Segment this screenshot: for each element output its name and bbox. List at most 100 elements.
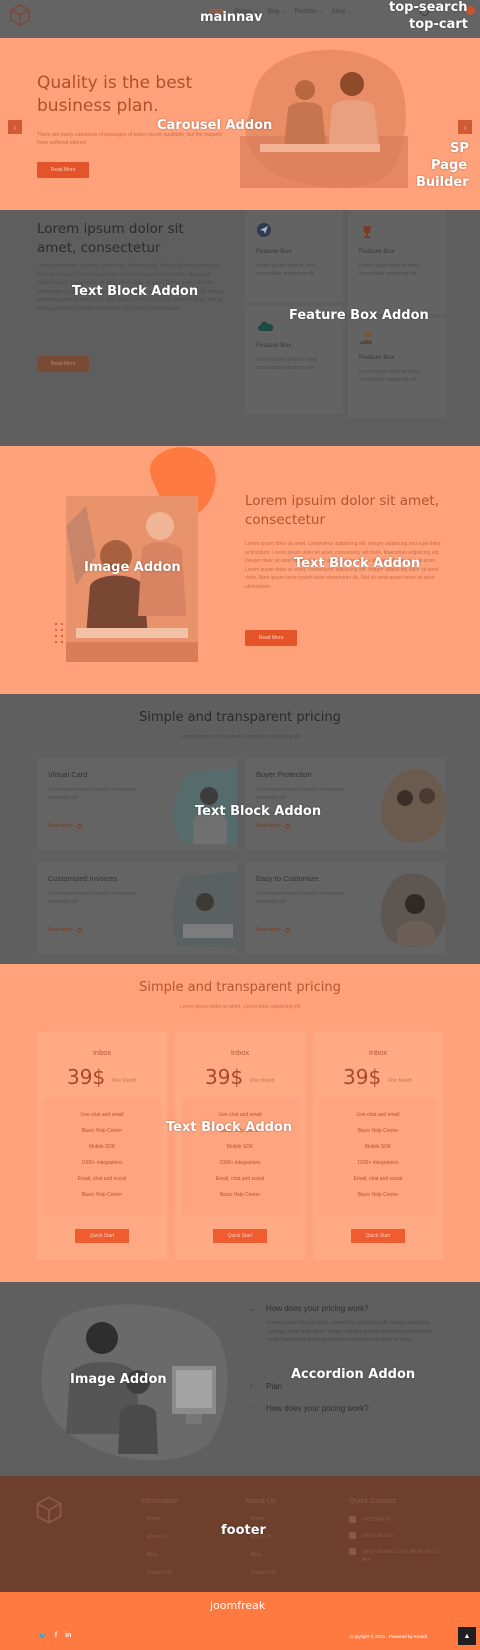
carousel-prev-button[interactable]: ‹ — [8, 120, 22, 134]
intro-title: Lorem ipsum dolor sit amet, consectetur — [37, 221, 184, 256]
overlay-label-builder: Builder — [416, 175, 469, 190]
footer-link[interactable]: Blog — [141, 1552, 157, 1558]
twitter-icon[interactable]: 🐦 — [38, 1632, 47, 1640]
pricing-tables-heading: Simple and transparent pricing — [139, 980, 341, 995]
footer-phone[interactable]: +012345678 — [362, 1516, 442, 1524]
card-title: Buyer Protection — [256, 770, 312, 779]
footer-link[interactable]: Home — [141, 1516, 160, 1522]
overlay-label-top-cart: top-cart — [409, 17, 468, 32]
plan-feature: 1000+ integrations — [81, 1160, 123, 1166]
pricing-tables-subheading: Lorem ipsum dolor sit amet, consectetur … — [179, 1004, 301, 1010]
plan-name: Inbox — [368, 1048, 388, 1057]
card-title: Customized Invoices — [48, 874, 118, 883]
quick-start-button[interactable]: Quick Start — [75, 1229, 129, 1243]
card-read-more-link[interactable]: Read More — [48, 927, 82, 933]
plan-feature: Mobile SDK — [88, 1144, 116, 1150]
plan-feature-list: Live chat and email Basic Help Center Mo… — [181, 1098, 299, 1216]
chevron-right-icon: › — [250, 1405, 253, 1412]
pricing-features-heading: Simple and transparent pricing — [139, 710, 341, 725]
feature-box-title: Feature Box — [256, 342, 292, 349]
chevron-down-icon: ⌄ — [318, 9, 323, 15]
plan-feature-list: Live chat and email Basic Help Center Mo… — [43, 1098, 161, 1216]
intro-read-more-button[interactable]: Read More — [37, 356, 89, 372]
accordion-item-open[interactable]: ⌄ How does your pricing work? — [250, 1304, 369, 1313]
footer-link[interactable]: Contact Us — [141, 1570, 172, 1576]
footer-link[interactable]: Blog — [245, 1552, 261, 1558]
plan-feature: Live chat and email — [356, 1112, 400, 1118]
footer-link[interactable]: About Us — [141, 1534, 168, 1540]
hand-coin-icon — [359, 330, 375, 346]
card-read-more-link[interactable]: Read More — [48, 823, 82, 829]
footer-about-title: About Us — [245, 1496, 276, 1505]
feature-box-text: Lorem ipsum dolor sit amet, consectetur … — [359, 369, 421, 383]
feature-box-title: Feature Box — [359, 248, 395, 255]
footer-link[interactable]: Home — [245, 1516, 264, 1522]
copyright-text: Copyright © 2021 , Powered by Kreatif — [350, 1634, 427, 1639]
trophy-icon — [359, 224, 375, 240]
plan-feature: Email, chat and social — [77, 1176, 127, 1182]
location-icon — [349, 1548, 356, 1555]
footer-email[interactable]: info@site.com — [362, 1532, 442, 1540]
arrow-circle-icon — [284, 823, 290, 829]
accordion-item[interactable]: › Plan — [250, 1382, 282, 1391]
overlay-label-image-2: Image Addon — [70, 1372, 167, 1387]
plan-price: 39$ — [343, 1065, 382, 1089]
plan-feature: 1000+ integrations — [219, 1160, 261, 1166]
about-image — [66, 496, 198, 662]
overlay-label-text-block-3: Text Block Addon — [195, 804, 322, 819]
carousel-title: Quality is the best business plan. — [37, 73, 193, 116]
chevron-down-icon: ⌄ — [347, 9, 352, 15]
plan-feature: Live chat and email — [80, 1112, 124, 1118]
plan-feature: Mobile SDK — [226, 1144, 254, 1150]
footer-info-title: Information — [141, 1496, 179, 1505]
pricing-table: Inbox 39$ /Per Month Live chat and email… — [313, 1032, 443, 1260]
card-read-more-link[interactable]: Read More — [256, 927, 290, 933]
feature-box-text: Lorem ipsum dolor sit amet, consectetur … — [359, 263, 421, 277]
overlay-label-mainnav: mainnav — [200, 10, 263, 25]
pricing-table: Inbox 39$ /Per Month Live chat and email… — [37, 1032, 167, 1260]
overlay-label-page: Page — [431, 158, 468, 173]
accordion-question: Plan — [266, 1382, 283, 1391]
carousel-next-button[interactable]: › — [458, 120, 472, 134]
feature-box-title: Feature Box — [256, 248, 292, 255]
back-to-top-button[interactable]: ▲ — [458, 1627, 476, 1645]
card-image — [381, 769, 445, 843]
card-read-more-link[interactable]: Read More — [256, 823, 290, 829]
feature-box-text: Lorem ipsum dolor sit amet, consectetur … — [256, 263, 318, 277]
overlay-label-text-block-1: Text Block Addon — [72, 284, 199, 299]
nav-item-portfolio[interactable]: Portfolio ⌄ — [294, 9, 322, 15]
brand-wordmark[interactable]: joomfreak — [210, 1599, 265, 1612]
card-image — [380, 873, 445, 947]
overlay-label-text-block-4: Text Block Addon — [166, 1120, 293, 1135]
footer-contact-title: Quick Contact — [349, 1496, 397, 1505]
overlay-label-footer: footer — [221, 1523, 266, 1538]
pricing-features-section: Simple and transparent pricing Lorem ips… — [0, 694, 480, 964]
nav-item-blog[interactable]: Blog ⌄ — [267, 9, 285, 15]
chevron-down-icon: ⌄ — [250, 1305, 256, 1313]
feature-box: Feature Box Lorem ipsum dolor sit amet, … — [348, 210, 446, 314]
accordion-question: How does your pricing work? — [266, 1304, 369, 1313]
carousel-read-more-button[interactable]: Read More — [37, 162, 89, 178]
about-read-more-button[interactable]: Read More — [245, 630, 297, 646]
feature-box: Feature Box Lorem ipsum dolor sit amet, … — [348, 318, 446, 418]
footer-link[interactable]: Contact Us — [245, 1570, 276, 1576]
logo-icon[interactable] — [10, 4, 30, 26]
quick-start-button[interactable]: Quick Start — [213, 1229, 267, 1243]
phone-icon — [349, 1516, 356, 1523]
card-text: Lorem ipsum dolor sit amet, consectetur … — [256, 787, 345, 801]
cloud-icon — [256, 318, 274, 334]
accordion-item[interactable]: › How does your pricing work? — [250, 1404, 369, 1413]
quick-start-button[interactable]: Quick Start — [351, 1229, 405, 1243]
overlay-label-feature-box: Feature Box Addon — [289, 308, 429, 323]
footer-address: Demo address 1234, ABDE City 12 Ave — [362, 1549, 441, 1563]
bottom-bar: joomfreak 🐦 f in Copyright © 2021 , Powe… — [0, 1592, 480, 1650]
facebook-icon[interactable]: f — [55, 1632, 57, 1640]
plan-feature: 1000+ integrations — [357, 1160, 399, 1166]
plan-feature: Basic Help Center — [81, 1192, 123, 1198]
linkedin-icon[interactable]: in — [65, 1632, 71, 1640]
carousel-description: There are many variations of passages of… — [37, 132, 223, 146]
overlay-label-sp: SP — [450, 141, 469, 156]
arrow-circle-icon — [284, 927, 290, 933]
nav-item-shop[interactable]: Shop ⌄ — [332, 9, 352, 15]
plan-feature: Email, chat and social — [215, 1176, 265, 1182]
